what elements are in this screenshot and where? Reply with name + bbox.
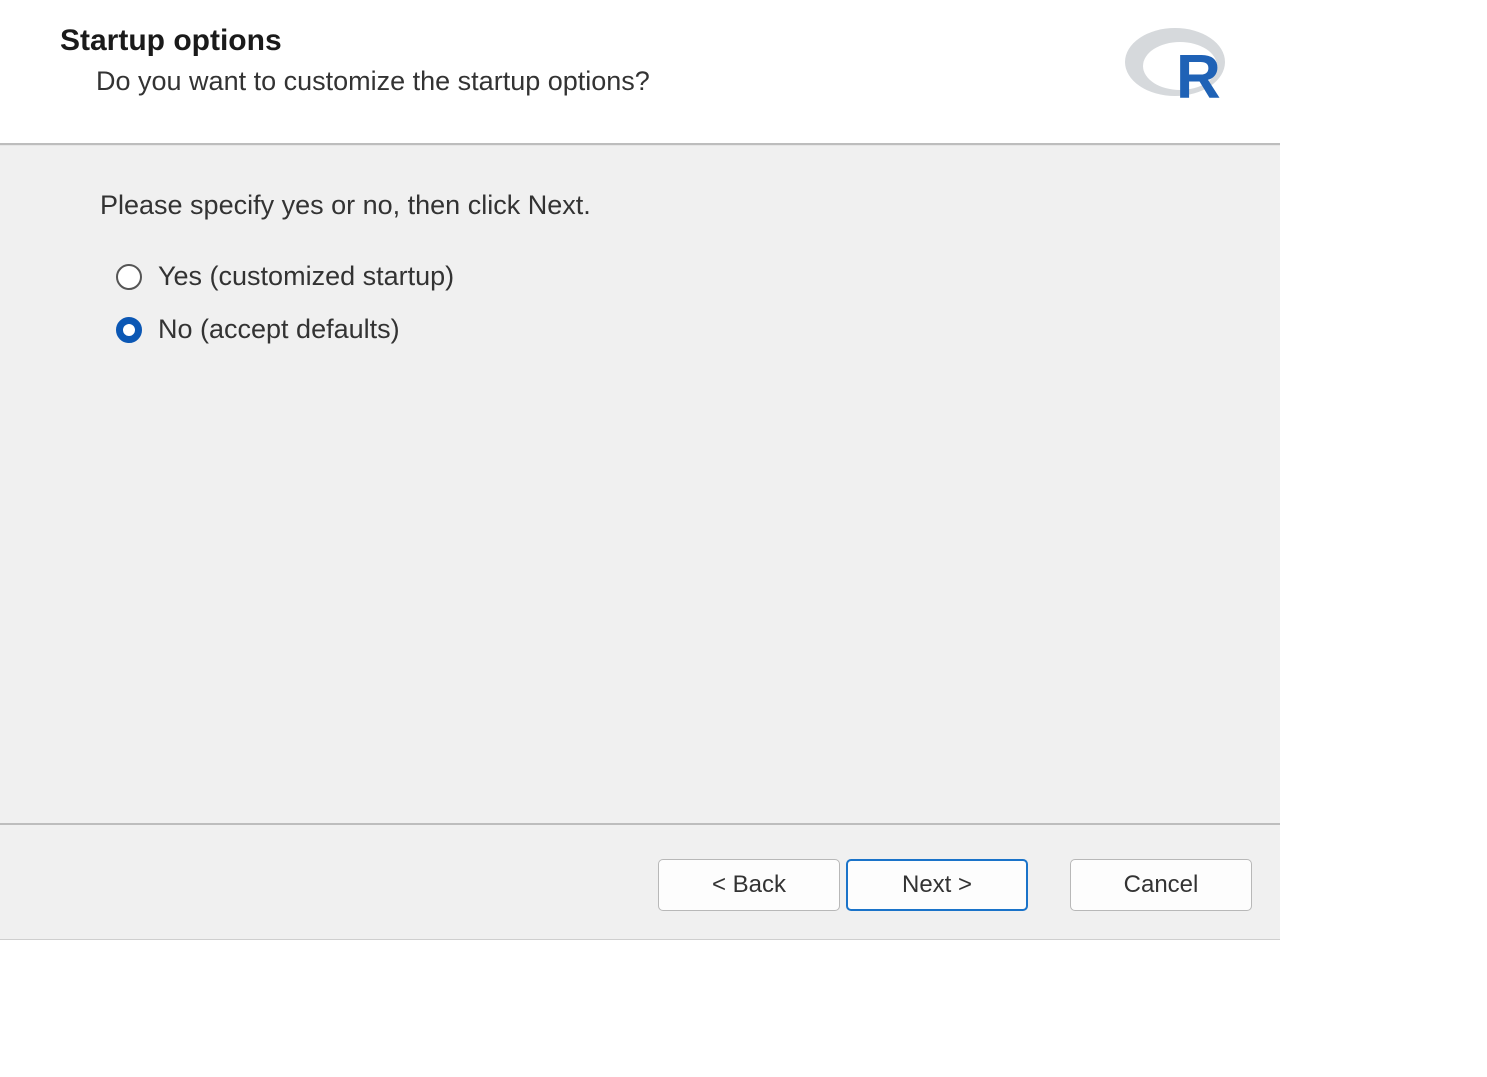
back-button[interactable]: < Back (658, 859, 840, 911)
radio-no-accept-defaults[interactable]: No (accept defaults) (100, 314, 1280, 345)
radio-label: No (accept defaults) (158, 314, 400, 345)
radio-label: Yes (customized startup) (158, 261, 454, 292)
radio-icon (116, 317, 142, 343)
r-logo-icon: R (1122, 20, 1232, 115)
wizard-body: Please specify yes or no, then click Nex… (0, 145, 1280, 823)
wizard-footer: < Back Next > Cancel (0, 823, 1280, 939)
instruction-text: Please specify yes or no, then click Nex… (100, 190, 1280, 221)
radio-icon (116, 264, 142, 290)
wizard-dialog: Startup options Do you want to customize… (0, 0, 1280, 940)
header-text: Startup options Do you want to customize… (60, 24, 650, 97)
svg-text:R: R (1176, 43, 1221, 110)
wizard-header: Startup options Do you want to customize… (0, 0, 1280, 145)
radio-yes-customized-startup[interactable]: Yes (customized startup) (100, 261, 1280, 292)
cancel-button[interactable]: Cancel (1070, 859, 1252, 911)
page-subtitle: Do you want to customize the startup opt… (96, 66, 650, 97)
next-button[interactable]: Next > (846, 859, 1028, 911)
page-title: Startup options (60, 24, 650, 58)
